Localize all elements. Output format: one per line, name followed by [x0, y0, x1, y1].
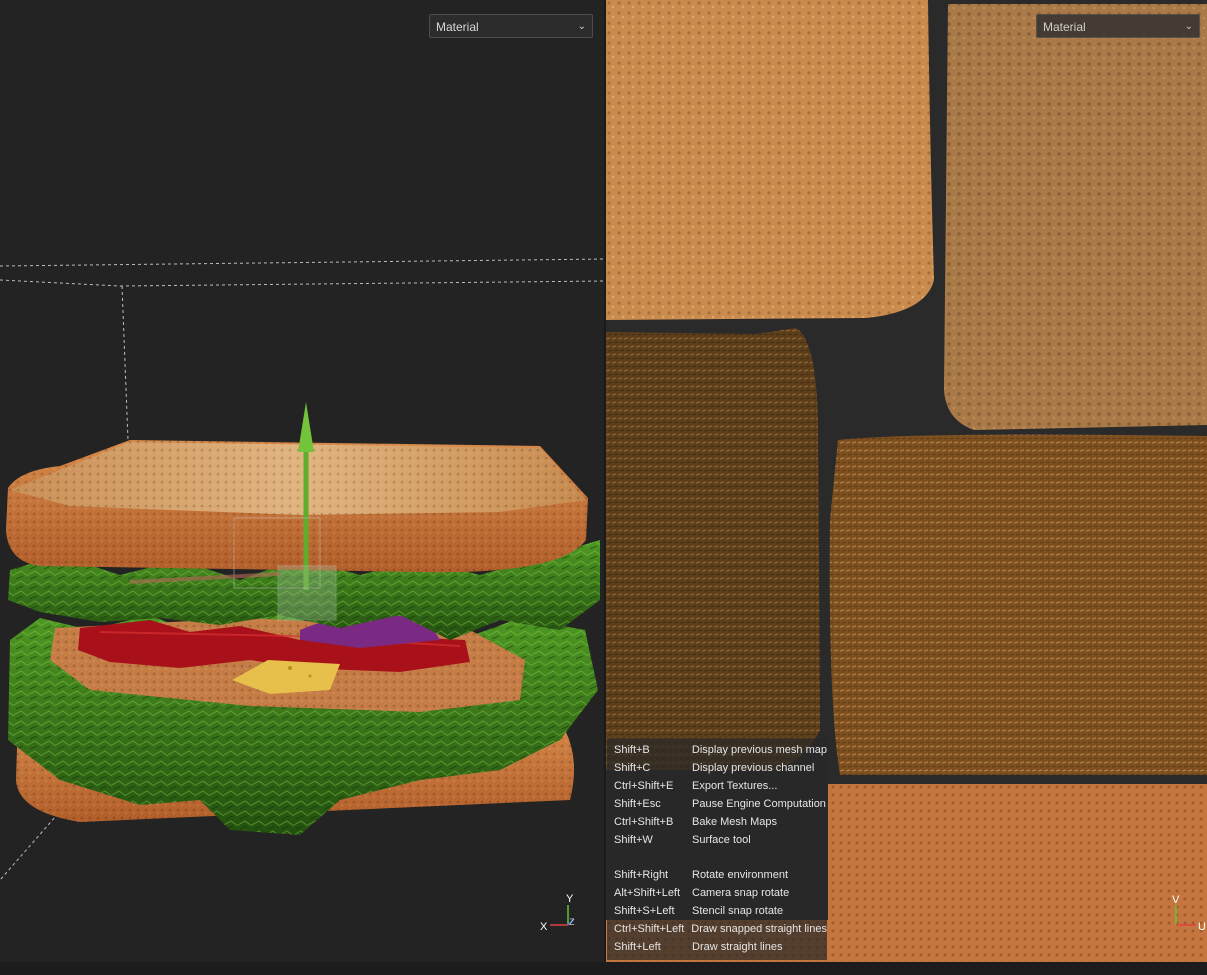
shortcut-action: Display previous channel	[692, 762, 815, 774]
viewport-3d-mode-select[interactable]: Material ⌄	[429, 14, 593, 38]
shortcut-row: Shift+C Display previous channel	[607, 759, 827, 777]
shortcut-row: Ctrl+Shift+E Export Textures...	[607, 777, 827, 795]
shortcuts-overlay: Shift+B Display previous mesh map Shift+C…	[607, 738, 827, 960]
axis-gizmo-3d: Y X Z	[540, 893, 575, 933]
shortcut-row: Shift+Esc Pause Engine Computation	[607, 795, 827, 813]
shortcut-action: Bake Mesh Maps	[692, 816, 777, 828]
viewport-3d[interactable]: Y X Z Material ⌄	[0, 0, 605, 962]
axis-z-label: Z	[569, 917, 575, 927]
shortcut-key: Shift+B	[614, 744, 650, 756]
shortcut-action: Export Textures...	[692, 780, 778, 792]
shortcut-row-spacer	[607, 849, 827, 866]
shortcut-key: Shift+Left	[614, 941, 661, 953]
shortcut-key: Shift+W	[614, 834, 653, 846]
shortcut-key: Alt+Shift+Left	[614, 887, 681, 899]
shortcut-key: Shift+Right	[614, 869, 669, 881]
shortcut-key: Ctrl+Shift+Left	[614, 923, 685, 935]
shortcut-key: Shift+C	[614, 762, 651, 774]
shortcut-key	[607, 849, 692, 866]
shortcut-row: Ctrl+Shift+B Bake Mesh Maps	[607, 813, 827, 831]
shortcut-action: Draw snapped straight lines	[691, 923, 827, 935]
shortcut-row: Shift+S+Left Stencil snap rotate	[607, 902, 827, 920]
shortcut-row: Ctrl+Shift+Left Draw snapped straight lin…	[607, 920, 827, 938]
bread-top-slice	[6, 440, 588, 573]
shortcut-key: Ctrl+Shift+B	[614, 816, 674, 828]
uv-island-top-left	[606, 0, 934, 320]
shortcut-action: Draw straight lines	[692, 941, 783, 953]
shortcut-key: Shift+Esc	[614, 798, 661, 810]
viewport-2d-mode-select[interactable]: Material ⌄	[1036, 14, 1200, 38]
axis-u-label: U	[1198, 921, 1206, 933]
shortcut-action: Camera snap rotate	[692, 887, 790, 899]
shortcut-row: Shift+B Display previous mesh map	[607, 741, 827, 759]
uv-island-mid-right	[829, 434, 1207, 775]
sandwich-3d-scene: Y X Z	[0, 258, 605, 933]
axis-x-label: X	[540, 921, 548, 933]
uv-island-top-right	[944, 4, 1207, 430]
shortcut-action: Pause Engine Computation	[692, 798, 826, 810]
viewport-3d-mode-value: Material	[436, 20, 479, 34]
axis-y-label: Y	[566, 893, 574, 905]
bottom-status-bar	[0, 962, 1207, 975]
shortcut-row: Shift+Left Draw straight lines	[607, 938, 827, 956]
chevron-down-icon: ⌄	[577, 21, 586, 32]
shortcut-row: Alt+Shift+Left Camera snap rotate	[607, 884, 827, 902]
viewport-2d-mode-value: Material	[1043, 20, 1086, 34]
shortcut-key: Shift+S+Left	[614, 905, 675, 917]
shortcut-action: Rotate environment	[692, 869, 788, 881]
shortcut-row: Shift+W Surface tool	[607, 831, 827, 849]
shortcut-action: Surface tool	[692, 834, 751, 846]
chevron-down-icon: ⌄	[1184, 21, 1193, 32]
shortcut-action: Stencil snap rotate	[692, 905, 784, 917]
axis-v-label: V	[1172, 894, 1180, 906]
shortcut-action: Display previous mesh map	[691, 744, 827, 756]
shortcut-key: Ctrl+Shift+E	[614, 780, 674, 792]
shortcut-row: Shift+Right Rotate environment	[607, 866, 827, 884]
uv-island-mid-left	[606, 328, 820, 770]
